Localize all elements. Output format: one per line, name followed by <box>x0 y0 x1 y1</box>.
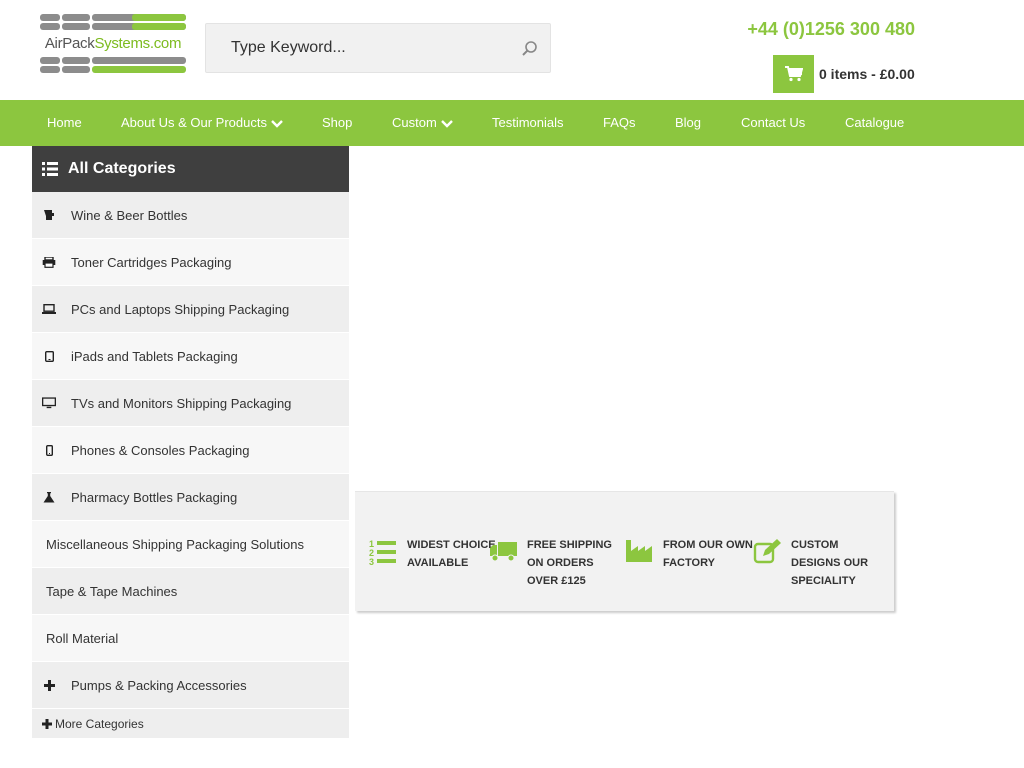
category-item-ipads-tablets[interactable]: iPads and Tablets Packaging <box>32 333 349 380</box>
feature-own-factory: FROM OUR OWN FACTORY <box>625 538 753 572</box>
feature-line: ON ORDERS <box>527 557 594 569</box>
category-item-pcs-laptops[interactable]: PCs and Laptops Shipping Packaging <box>32 286 349 333</box>
main-nav: Home About Us & Our Products Shop Custom… <box>0 100 1024 146</box>
category-item-phones-consoles[interactable]: Phones & Consoles Packaging <box>32 427 349 474</box>
logo-text-left: AirPack <box>44 35 95 52</box>
feature-line: FROM OUR OWN <box>663 539 753 551</box>
nav-label: Blog <box>675 115 702 130</box>
feature-widest-choice: 1 2 3 WIDEST CHOICE AVAILABLE <box>369 538 496 572</box>
search-icon[interactable] <box>518 38 540 60</box>
factory-icon <box>626 540 652 562</box>
cart-button[interactable] <box>773 55 814 93</box>
feature-text: CUSTOM DESIGNS OUR SPECIALITY <box>791 536 868 590</box>
nav-label: Contact Us <box>741 115 806 130</box>
plus-icon <box>42 678 56 692</box>
category-label: TVs and Monitors Shipping Packaging <box>71 395 292 411</box>
tablet-icon <box>42 349 56 363</box>
search-box <box>205 23 551 73</box>
category-label: Tape & Tape Machines <box>46 583 178 599</box>
plus-icon <box>42 718 52 729</box>
feature-line: AVAILABLE <box>407 557 469 569</box>
category-item-misc[interactable]: Miscellaneous Shipping Packaging Solutio… <box>32 521 349 568</box>
feature-line: SPECIALITY <box>791 575 856 587</box>
category-header: All Categories <box>32 146 349 192</box>
nav-item-about[interactable]: About Us & Our Products <box>121 100 283 146</box>
nav-label: About Us & Our Products <box>121 115 267 130</box>
feature-text: FROM OUR OWN FACTORY <box>663 536 753 572</box>
category-item-tvs-monitors[interactable]: TVs and Monitors Shipping Packaging <box>32 380 349 427</box>
nav-label: Testimonials <box>492 115 564 130</box>
category-label: Roll Material <box>46 630 119 646</box>
category-title: All Categories <box>68 160 176 177</box>
category-label: Miscellaneous Shipping Packaging Solutio… <box>46 536 304 552</box>
nav-label: Home <box>47 115 82 130</box>
flask-icon <box>42 490 56 504</box>
list-icon <box>42 162 58 176</box>
category-item-toner[interactable]: Toner Cartridges Packaging <box>32 239 349 286</box>
nav-item-contact[interactable]: Contact Us <box>741 100 805 146</box>
category-label: Toner Cartridges Packaging <box>71 254 232 270</box>
site-header: AirPackSystems.com +44 (0)1256 300 480 0… <box>0 0 1024 100</box>
chevron-down-icon <box>271 119 283 128</box>
category-label: Wine & Beer Bottles <box>71 207 188 223</box>
category-sidebar: All Categories Wine & Beer Bottles Toner… <box>32 146 349 738</box>
feature-line: OVER £125 <box>527 575 586 587</box>
nav-item-shop[interactable]: Shop <box>322 100 352 146</box>
nav-item-catalogue[interactable]: Catalogue <box>845 100 904 146</box>
feature-free-shipping: FREE SHIPPING ON ORDERS OVER £125 <box>489 538 612 590</box>
nav-label: Shop <box>322 115 353 130</box>
feature-line: FACTORY <box>663 557 715 569</box>
nav-item-testimonials[interactable]: Testimonials <box>492 100 564 146</box>
nav-item-custom[interactable]: Custom <box>392 100 453 146</box>
nav-item-home[interactable]: Home <box>47 100 82 146</box>
cart-total[interactable]: 0 items - £0.00 <box>819 66 915 82</box>
category-item-wine-beer[interactable]: Wine & Beer Bottles <box>32 192 349 239</box>
printer-icon <box>42 255 56 269</box>
shopping-cart-icon <box>784 66 803 82</box>
numbered-list-icon: 1 2 3 <box>369 539 396 566</box>
phone-number[interactable]: +44 (0)1256 300 480 <box>700 19 915 39</box>
truck-icon <box>490 542 517 562</box>
category-item-roll-material[interactable]: Roll Material <box>32 615 349 662</box>
feature-line: WIDEST CHOICE <box>407 539 496 551</box>
phone-icon <box>42 443 56 457</box>
feature-line: DESIGNS OUR <box>791 557 869 569</box>
category-item-pumps[interactable]: Pumps & Packing Accessories <box>32 662 349 709</box>
cart-summary[interactable]: 0 items - £0.00 <box>773 55 915 93</box>
edit-icon <box>753 539 781 564</box>
nav-label: Catalogue <box>845 115 905 130</box>
logo-text-right: Systems.com <box>94 35 182 52</box>
monitor-icon <box>42 396 56 410</box>
search-input[interactable] <box>206 24 506 72</box>
site-logo[interactable]: AirPackSystems.com <box>40 14 186 74</box>
chevron-down-icon <box>440 119 453 128</box>
svg-text:3: 3 <box>369 557 374 566</box>
category-label: iPads and Tablets Packaging <box>71 348 238 364</box>
bottle-icon <box>42 208 56 222</box>
laptop-icon <box>42 302 56 316</box>
feature-line: FREE SHIPPING <box>527 539 612 551</box>
more-categories-link[interactable]: More Categories <box>32 709 349 738</box>
category-label: Pumps & Packing Accessories <box>71 677 247 693</box>
feature-text: FREE SHIPPING ON ORDERS OVER £125 <box>527 536 612 590</box>
category-label: Phones & Consoles Packaging <box>71 442 250 458</box>
nav-item-blog[interactable]: Blog <box>675 100 701 146</box>
category-label: Pharmacy Bottles Packaging <box>71 489 238 505</box>
more-categories-label: More Categories <box>55 716 144 731</box>
logo-wordmark: AirPackSystems.com <box>40 35 186 53</box>
nav-label: Custom <box>392 115 437 130</box>
category-item-pharmacy[interactable]: Pharmacy Bottles Packaging <box>32 474 349 521</box>
category-item-tape[interactable]: Tape & Tape Machines <box>32 568 349 615</box>
feature-custom-designs: CUSTOM DESIGNS OUR SPECIALITY <box>753 538 868 590</box>
feature-text: WIDEST CHOICE AVAILABLE <box>407 536 496 572</box>
nav-label: FAQs <box>603 115 636 130</box>
feature-line: CUSTOM <box>791 539 839 551</box>
nav-item-faqs[interactable]: FAQs <box>603 100 636 146</box>
features-strip: 1 2 3 WIDEST CHOICE AVAILABLE FREE SHIPP… <box>355 491 894 611</box>
category-label: PCs and Laptops Shipping Packaging <box>71 301 290 317</box>
